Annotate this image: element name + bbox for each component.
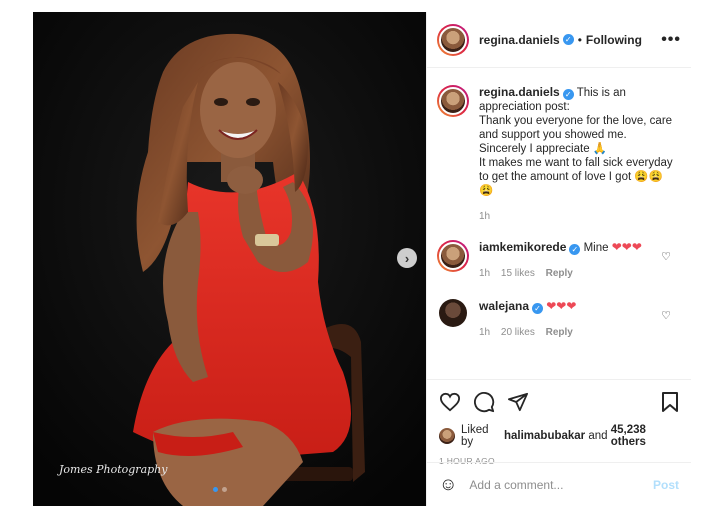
author-avatar[interactable] bbox=[437, 23, 469, 56]
comment-likes[interactable]: 15 likes bbox=[501, 268, 535, 279]
comment-username[interactable]: iamkemikorede bbox=[479, 240, 566, 254]
comment-username[interactable]: walejana bbox=[479, 299, 529, 313]
caption: regina.daniels ✓ This is an appreciation … bbox=[437, 85, 681, 224]
comment-time[interactable]: 1h bbox=[479, 327, 490, 338]
add-comment-bar: ☺ Post bbox=[427, 462, 691, 506]
red-hearts-emoji: ❤❤❤ bbox=[546, 299, 577, 313]
carousel-indicator bbox=[213, 487, 227, 492]
comment-like-heart-icon[interactable]: ♡ bbox=[661, 250, 671, 263]
caption-line: to get the amount of love I got 😩😩 bbox=[479, 171, 663, 183]
smiley-icon[interactable]: ☺ bbox=[439, 474, 457, 495]
verified-badge-icon: ✓ bbox=[569, 244, 581, 255]
likes-middle: and bbox=[588, 430, 608, 442]
comment-text: Mine bbox=[583, 242, 609, 254]
reply-button[interactable]: Reply bbox=[546, 268, 573, 279]
caption-username[interactable]: regina.daniels bbox=[479, 85, 560, 99]
author-username[interactable]: regina.daniels bbox=[479, 33, 560, 47]
comment-input[interactable] bbox=[469, 477, 653, 492]
caption-line: Sincerely I appreciate 🙏 bbox=[479, 143, 608, 155]
comments-list[interactable]: regina.daniels ✓ This is an appreciation … bbox=[427, 69, 691, 379]
red-hearts-emoji: ❤❤❤ bbox=[611, 240, 642, 254]
caption-line: appreciation post: bbox=[479, 101, 570, 113]
comment-like-heart-icon[interactable]: ♡ bbox=[661, 309, 671, 322]
caption-line: 😩 bbox=[479, 185, 494, 197]
woman-red-dress-image bbox=[33, 12, 426, 506]
comment-icon[interactable] bbox=[473, 391, 495, 413]
comment-item: iamkemikorede ✓ Mine ❤❤❤ 1h 15 likes Repl… bbox=[437, 240, 681, 281]
post-header: regina.daniels ✓ • Following ••• bbox=[427, 12, 691, 68]
bookmark-icon[interactable] bbox=[661, 391, 679, 413]
verified-badge-icon: ✓ bbox=[532, 303, 544, 314]
liker-username[interactable]: halimabubakar bbox=[504, 430, 585, 442]
comment-likes[interactable]: 20 likes bbox=[501, 327, 535, 338]
carousel-dot bbox=[213, 487, 218, 492]
likes-count[interactable]: 45,238 others bbox=[611, 424, 679, 448]
caption-line: This is an bbox=[576, 87, 626, 99]
verified-badge-icon: ✓ bbox=[562, 89, 574, 100]
caption-time[interactable]: 1h bbox=[479, 211, 490, 222]
next-photo-button[interactable]: › bbox=[397, 248, 417, 268]
post-button[interactable]: Post bbox=[653, 478, 679, 492]
likes-prefix: Liked by bbox=[461, 424, 489, 448]
heart-outline-icon[interactable] bbox=[439, 392, 461, 412]
comment-avatar[interactable] bbox=[437, 240, 469, 272]
comment-avatar[interactable] bbox=[439, 299, 467, 327]
following-button[interactable]: Following bbox=[586, 33, 642, 47]
verified-badge-icon: ✓ bbox=[562, 34, 574, 45]
reply-button[interactable]: Reply bbox=[546, 327, 573, 338]
carousel-dot bbox=[222, 487, 227, 492]
comment-time[interactable]: 1h bbox=[479, 268, 490, 279]
more-options-icon[interactable]: ••• bbox=[661, 31, 681, 49]
paper-plane-icon[interactable] bbox=[507, 392, 529, 412]
caption-line: It makes me want to fall sick everyday bbox=[479, 157, 673, 169]
caption-line: and support you showed me. bbox=[479, 129, 627, 141]
likes-summary: Liked by halimabubakar and 45,238 others bbox=[439, 424, 679, 448]
post-details-panel: regina.daniels ✓ • Following ••• regina.… bbox=[426, 12, 691, 506]
post-photo[interactable]: Jomes Photography › bbox=[33, 12, 426, 506]
chevron-right-icon: › bbox=[404, 250, 410, 266]
liker-avatar[interactable] bbox=[439, 428, 455, 444]
separator: • bbox=[577, 32, 582, 47]
photographer-watermark: Jomes Photography bbox=[59, 463, 168, 476]
comment-item: walejana ✓ ❤❤❤ 1h 20 likes Reply ♡ bbox=[437, 299, 681, 340]
caption-line: Thank you everyone for the love, care bbox=[479, 115, 673, 127]
post-actions: Liked by halimabubakar and 45,238 others… bbox=[427, 379, 691, 466]
caption-avatar[interactable] bbox=[437, 85, 469, 117]
